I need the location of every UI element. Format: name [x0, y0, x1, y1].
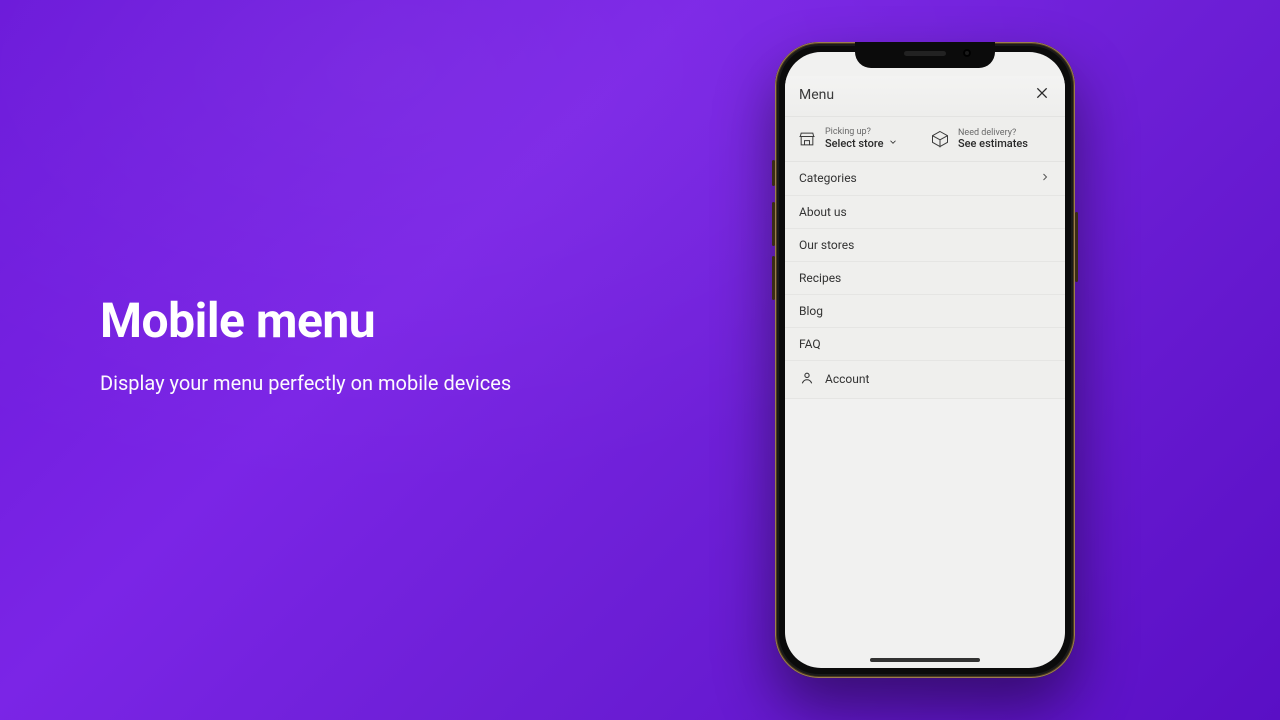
delivery-text: Need delivery? See estimates [958, 128, 1028, 151]
close-icon [1034, 85, 1050, 105]
pickup-value: Select store [825, 137, 898, 151]
menu-item-our-stores[interactable]: Our stores [785, 229, 1065, 262]
menu-item-blog[interactable]: Blog [785, 295, 1065, 328]
delivery-value: See estimates [958, 138, 1028, 151]
phone-mute-switch [772, 160, 775, 186]
phone-volume-down [772, 256, 775, 300]
menu-item-label: About us [799, 205, 847, 219]
store-icon [797, 129, 817, 149]
menu-item-label: Account [825, 372, 869, 386]
pickup-selector[interactable]: Picking up? Select store [797, 127, 920, 151]
delivery-selector[interactable]: Need delivery? See estimates [930, 127, 1053, 151]
hero-copy: Mobile menu Display your menu perfectly … [100, 292, 511, 395]
pickup-value-text: Select store [825, 138, 884, 151]
menu-item-faq[interactable]: FAQ [785, 328, 1065, 361]
chevron-right-icon [1039, 171, 1051, 186]
delivery-value-text: See estimates [958, 138, 1028, 151]
pickup-text: Picking up? Select store [825, 127, 898, 151]
package-icon [930, 129, 950, 149]
pickup-label: Picking up? [825, 127, 898, 137]
phone-screen: Menu Picking up? [785, 52, 1065, 668]
promo-stage: Mobile menu Display your menu perfectly … [0, 0, 1280, 720]
hero-subtitle: Display your menu perfectly on mobile de… [100, 371, 511, 395]
hero-title: Mobile menu [100, 292, 511, 349]
menu-item-about-us[interactable]: About us [785, 196, 1065, 229]
close-button[interactable] [1033, 86, 1051, 104]
menu-title: Menu [799, 87, 834, 103]
menu-item-label: Recipes [799, 271, 841, 285]
phone-power-button [1075, 212, 1078, 282]
menu-list: Categories About us Our stores Recipes B… [785, 162, 1065, 399]
mobile-menu-app: Menu Picking up? [785, 52, 1065, 668]
menu-header: Menu [785, 76, 1065, 117]
phone-mockup: Menu Picking up? [775, 42, 1075, 678]
menu-item-label: FAQ [799, 337, 821, 351]
menu-item-label: Categories [799, 171, 857, 185]
menu-item-categories[interactable]: Categories [785, 162, 1065, 196]
chevron-down-icon [888, 137, 898, 151]
menu-item-label: Our stores [799, 238, 854, 252]
menu-item-account[interactable]: Account [785, 361, 1065, 399]
menu-item-recipes[interactable]: Recipes [785, 262, 1065, 295]
phone-notch [855, 42, 995, 68]
home-indicator [870, 658, 980, 662]
menu-item-label: Blog [799, 304, 823, 318]
phone-volume-up [772, 202, 775, 246]
user-icon [799, 370, 815, 389]
fulfillment-row: Picking up? Select store Need deli [785, 117, 1065, 162]
